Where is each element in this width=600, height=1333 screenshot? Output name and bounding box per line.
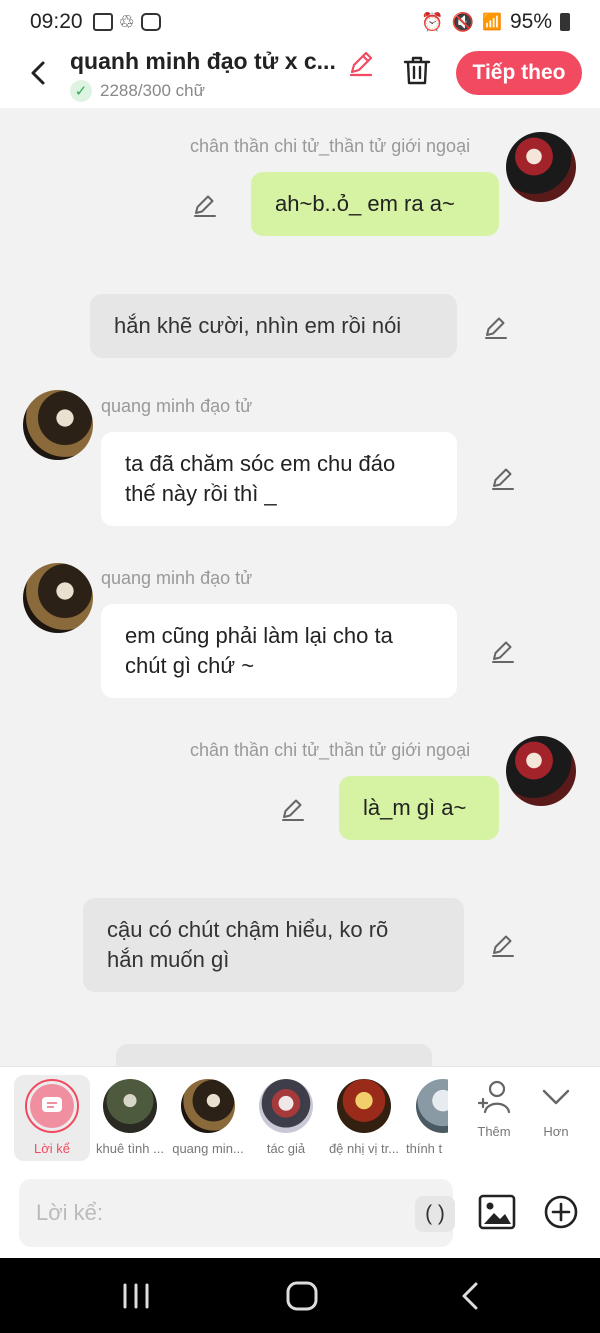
user-avatar[interactable] (506, 736, 576, 806)
character-avatar (337, 1079, 391, 1133)
edit-pencil-icon[interactable] (192, 192, 218, 218)
image-icon[interactable] (478, 1194, 516, 1230)
system-back-icon[interactable] (456, 1280, 486, 1312)
recent-apps-icon[interactable] (120, 1282, 152, 1310)
wifi-icon: 📶 (482, 14, 502, 31)
more-button[interactable]: Hơn (526, 1079, 586, 1139)
system-nav-bar (0, 1258, 600, 1333)
character-name: quang minh đạo tử (101, 568, 253, 588)
narration-bubble[interactable]: cậu có chút chậm hiểu, ko rõ hắn muốn gì (83, 898, 464, 992)
add-user-icon (477, 1080, 511, 1114)
character-message-bubble[interactable]: ta đã chăm sóc em chu đáo thế này rồi th… (101, 432, 457, 526)
character-message-bubble[interactable]: em cũng phải làm lại cho ta chút gì chứ … (101, 604, 457, 698)
character-label: khuê tình ... (96, 1141, 164, 1156)
character-label: đệ nhị vị tr... (328, 1141, 400, 1156)
message-input[interactable] (36, 1179, 396, 1247)
message-input-box[interactable]: ( ) (19, 1179, 455, 1247)
character-avatar (416, 1079, 448, 1133)
chat-area[interactable]: chân thần chi tử_thần tử giới ngoại ah~b… (0, 108, 600, 1066)
add-circle-icon[interactable] (543, 1194, 579, 1230)
back-arrow-icon[interactable] (24, 58, 54, 88)
character-avatar[interactable] (23, 390, 93, 460)
parenthesis-button[interactable]: ( ) (415, 1196, 455, 1232)
character-avatar (259, 1079, 313, 1133)
user-message-bubble[interactable]: ah~b..ỏ_ em ra a~ (251, 172, 499, 236)
notification-icons: ♲ (92, 11, 161, 33)
character-label: quang min... (172, 1141, 244, 1156)
narrator-selector[interactable]: Lời kể (14, 1075, 90, 1161)
character-avatar (103, 1079, 157, 1133)
chat-bubble-icon (42, 1097, 62, 1112)
character-item[interactable]: thính t (402, 1075, 448, 1156)
gallery-icon (92, 13, 113, 31)
message-line: ta đã chăm sóc em chu đáo (125, 451, 396, 476)
character-item[interactable]: tác giả (246, 1075, 326, 1156)
character-item[interactable]: khuê tình ... (90, 1075, 170, 1156)
battery-level: 95% (509, 10, 552, 33)
alarm-icon: ⏰ (421, 11, 444, 32)
app-header: quanh minh đạo tử x c... ✓ 2288/300 chữ … (0, 44, 600, 108)
story-title: quanh minh đạo tử x c... (70, 48, 336, 74)
message-line: chút gì chứ ~ (125, 653, 255, 678)
youtube-icon (140, 13, 161, 31)
narrator-ring (25, 1079, 79, 1133)
chevron-down-icon (542, 1089, 570, 1105)
narration-bubble[interactable]: hắn khẽ cười, nhìn em rồi nói (90, 294, 457, 358)
narrator-icon (30, 1084, 74, 1128)
message-line: em cũng phải làm lại cho ta (125, 623, 393, 648)
character-item[interactable]: đệ nhị vị tr... (324, 1075, 404, 1156)
battery-icon (560, 13, 570, 31)
add-character-button[interactable]: Thêm (464, 1079, 524, 1139)
word-count: ✓ 2288/300 chữ (70, 80, 205, 102)
edit-pencil-icon[interactable] (483, 314, 509, 340)
input-bar: ( ) (0, 1170, 600, 1258)
message-line: hắn muốn gì (107, 947, 230, 972)
check-icon: ✓ (70, 80, 92, 102)
edit-pencil-icon[interactable] (490, 638, 516, 664)
message-line: cậu có chút chậm hiểu, ko rõ (107, 917, 389, 942)
word-count-text: 2288/300 chữ (100, 81, 205, 100)
mute-icon: 🔇 (451, 11, 475, 32)
user-name: chân thần chi tử_thần tử giới ngoại (190, 740, 471, 760)
more-label: Hơn (543, 1124, 569, 1139)
status-time: 09:20 (30, 10, 83, 33)
home-icon[interactable] (285, 1280, 319, 1312)
next-button[interactable]: Tiếp theo (456, 51, 582, 95)
user-name: chân thần chi tử_thần tử giới ngoại (190, 136, 471, 156)
character-bar: Lời kể khuê tình ... quang min... tác gi… (0, 1066, 600, 1170)
edit-pencil-icon[interactable] (490, 465, 516, 491)
character-avatar[interactable] (23, 563, 93, 633)
status-right: ⏰ 🔇 📶 95% (421, 10, 570, 34)
message-line: thế này rồi thì _ (125, 481, 277, 506)
user-message-bubble[interactable]: là_m gì a~ (339, 776, 499, 840)
character-avatar (181, 1079, 235, 1133)
edit-title-pencil-icon[interactable] (346, 48, 376, 78)
edit-pencil-icon[interactable] (280, 796, 306, 822)
recycle-icon: ♲ (118, 11, 135, 32)
edit-pencil-icon[interactable] (490, 932, 516, 958)
narration-bubble-partial[interactable] (116, 1044, 432, 1066)
status-bar: 09:20 ♲ ⏰ 🔇 📶 95% (0, 0, 600, 44)
user-avatar[interactable] (506, 132, 576, 202)
character-name: quang minh đạo tử (101, 396, 253, 416)
add-character-label: Thêm (477, 1124, 511, 1139)
trash-icon[interactable] (402, 54, 432, 86)
narrator-label: Lời kể (34, 1141, 70, 1156)
character-label: thính t (406, 1141, 443, 1156)
character-label: tác giả (266, 1141, 306, 1156)
character-item[interactable]: quang min... (168, 1075, 248, 1156)
